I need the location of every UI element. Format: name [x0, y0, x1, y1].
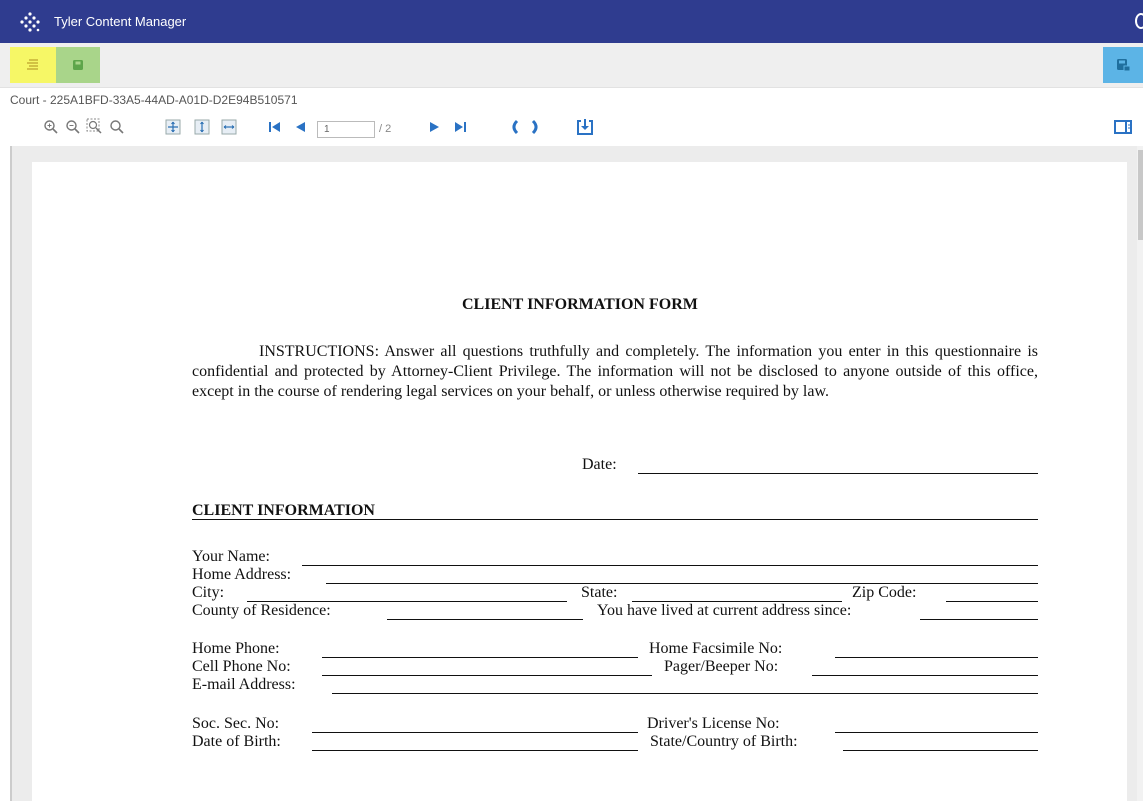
section-underline: [192, 519, 1038, 520]
home-fax-label: Home Facsimile No:: [649, 640, 783, 657]
viewer-scrollbar-thumb[interactable]: [1138, 150, 1143, 240]
zoom-out-button[interactable]: [64, 118, 82, 136]
cell-phone-line: [322, 675, 652, 676]
your-name-label: Your Name:: [192, 548, 270, 565]
fit-page-button[interactable]: [164, 118, 182, 136]
zoom-search-icon: [110, 120, 124, 134]
lived-since-label: You have lived at current address since:: [597, 602, 852, 619]
dob-label: Date of Birth:: [192, 733, 281, 750]
zoom-in-button[interactable]: [42, 118, 60, 136]
form-title: CLIENT INFORMATION FORM: [462, 296, 698, 313]
ssn-label: Soc. Sec. No:: [192, 715, 280, 732]
first-page-icon: [269, 122, 280, 132]
viewer-toolbar: 1 / 2: [0, 112, 1143, 142]
email-label: E-mail Address:: [192, 676, 296, 693]
zip-code-line: [946, 601, 1038, 602]
floppy-disk-icon: [73, 60, 83, 70]
cell-phone-label: Cell Phone No:: [192, 658, 291, 675]
drivers-license-line: [835, 732, 1038, 733]
date-line: [638, 473, 1038, 474]
rotate-right-icon: [531, 119, 538, 135]
page-count: / 2: [379, 123, 392, 135]
fit-height-icon: [194, 119, 210, 135]
title-bar: Tyler Content Manager: [0, 0, 1143, 43]
user-menu-icon[interactable]: [1135, 13, 1143, 29]
zip-code-label: Zip Code:: [852, 584, 917, 601]
zoom-marquee-button[interactable]: [86, 118, 104, 136]
instructions-paragraph: INSTRUCTIONS: Answer all questions truth…: [192, 343, 1038, 400]
fit-width-button[interactable]: [220, 118, 238, 136]
page-number-input[interactable]: 1: [317, 121, 375, 138]
sidebar-panel-icon: [1114, 120, 1132, 134]
menu-button[interactable]: [10, 47, 56, 83]
drivers-license-label: Driver's License No:: [647, 715, 780, 732]
save-button[interactable]: [56, 47, 100, 83]
save-options-icon: [1117, 59, 1131, 72]
viewer-scrollbar[interactable]: [1137, 146, 1143, 801]
previous-page-icon: [296, 122, 305, 132]
home-address-line: [326, 583, 1038, 584]
zoom-marquee-icon: [86, 118, 102, 134]
next-page-button[interactable]: [426, 118, 444, 136]
next-page-icon: [430, 122, 439, 132]
rotate-left-icon: [512, 119, 519, 135]
last-page-button[interactable]: [451, 118, 469, 136]
state-label: State:: [581, 584, 618, 601]
pager-label: Pager/Beeper No:: [664, 658, 779, 675]
first-page-button[interactable]: [266, 118, 284, 136]
county-label: County of Residence:: [192, 602, 331, 619]
fit-height-button[interactable]: [193, 118, 211, 136]
document-viewer[interactable]: CLIENT INFORMATION FORM INSTRUCTIONS: An…: [10, 146, 1143, 801]
pager-line: [812, 675, 1038, 676]
birth-place-line: [843, 750, 1038, 751]
app-logo-icon: [20, 11, 40, 32]
menu-lines-icon: [27, 59, 38, 70]
email-line: [332, 693, 1038, 694]
home-phone-label: Home Phone:: [192, 640, 280, 657]
action-bar: [0, 43, 1143, 88]
app-title: Tyler Content Manager: [54, 14, 187, 29]
download-icon: [577, 119, 593, 135]
rotate-left-button[interactable]: [505, 118, 523, 136]
rotate-right-button[interactable]: [527, 118, 545, 136]
last-page-icon: [455, 122, 466, 132]
document-id-label: Court - 225A1BFD-33A5-44AD-A01D-D2E94B51…: [10, 93, 298, 107]
sidebar-panel-button[interactable]: [1114, 118, 1132, 136]
document-page: CLIENT INFORMATION FORM INSTRUCTIONS: An…: [32, 162, 1127, 801]
zoom-search-button[interactable]: [108, 118, 126, 136]
county-line: [387, 619, 583, 620]
home-address-label: Home Address:: [192, 566, 292, 583]
download-button[interactable]: [576, 118, 594, 136]
home-phone-line: [322, 657, 638, 658]
zoom-out-icon: [66, 120, 80, 134]
your-name-line: [302, 565, 1038, 566]
ssn-line: [312, 732, 638, 733]
city-label: City:: [192, 584, 225, 601]
birth-place-label: State/Country of Birth:: [650, 733, 798, 750]
home-fax-line: [835, 657, 1038, 658]
lived-since-line: [920, 619, 1038, 620]
save-options-button[interactable]: [1103, 47, 1143, 83]
zoom-in-icon: [44, 120, 58, 134]
fit-page-icon: [165, 119, 181, 135]
date-label: Date:: [582, 456, 617, 473]
fit-width-icon: [221, 119, 237, 135]
section-heading: CLIENT INFORMATION: [192, 502, 375, 519]
previous-page-button[interactable]: [291, 118, 309, 136]
dob-line: [312, 750, 638, 751]
